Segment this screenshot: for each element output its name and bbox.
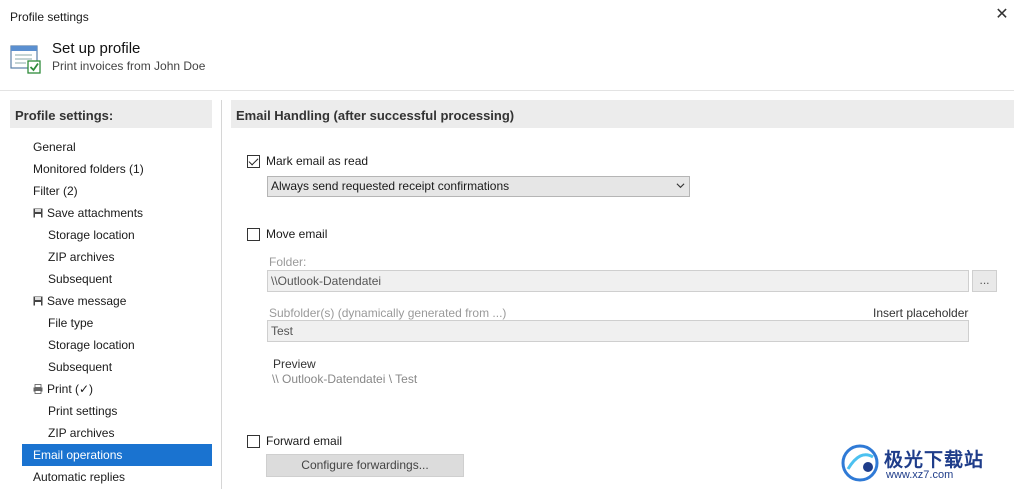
page-subtitle: Print invoices from John Doe [52,59,206,73]
receipt-confirmation-select[interactable]: Always send requested receipt confirmati… [267,176,690,197]
sidebar-item-label: Automatic replies [33,470,126,484]
mark-read-label: Mark email as read [266,154,369,168]
sidebar-item-label: ZIP archives [48,250,115,264]
title-bar: Profile settings ✕ [0,0,1014,32]
sidebar-item-storage-location[interactable]: Storage location [22,334,212,356]
insert-placeholder-link[interactable]: Insert placeholder [873,306,968,320]
preview-label: Preview [273,357,316,371]
watermark-url: www.xz7.com [886,469,954,481]
sidebar-item-monitored-folders-1[interactable]: Monitored folders (1) [22,158,212,180]
sidebar-item-email-operations[interactable]: Email operations [22,444,212,466]
settings-sidebar: Profile settings: General Monitored folde… [10,100,222,489]
page-title: Set up profile [52,40,141,57]
sidebar-item-zip-archives[interactable]: ZIP archives [22,422,212,444]
sidebar-item-zip-archives[interactable]: ZIP archives [22,246,212,268]
sidebar-item-print-settings[interactable]: Print settings [22,400,212,422]
sidebar-item-label: Email operations [33,448,123,462]
email-handling-panel: Email Handling (after successful process… [231,100,1014,489]
sidebar-item-label: Subsequent [48,272,113,286]
move-email-checkbox[interactable] [247,227,260,241]
profile-header: Set up profile Print invoices from John … [0,32,1014,84]
subfolder-label: Subfolder(s) (dynamically generated from… [269,306,507,320]
printer-icon [33,384,43,394]
sidebar-item-filter-2[interactable]: Filter (2) [22,180,212,202]
section-heading: Email Handling (after successful process… [231,100,1014,128]
mark-read-checkbox[interactable] [247,154,260,168]
floppy-icon [33,296,43,306]
forward-email-label: Forward email [266,434,343,448]
sidebar-item-label: Save attachments [47,206,144,220]
sidebar-item-label: General [33,140,76,154]
sidebar-item-automatic-replies[interactable]: Automatic replies [22,466,212,488]
sidebar-item-label: File type [48,316,94,330]
watermark-text: 极光下载站 [884,450,985,471]
subfolder-field[interactable]: Test [267,320,969,342]
configure-forwardings-button[interactable]: Configure forwardings... [266,454,464,477]
sidebar-item-label: Save message [47,294,127,308]
sidebar-item-subsequent[interactable]: Subsequent [22,356,212,378]
preview-path: \\ Outlook-Datendatei \ Test [272,372,418,386]
sidebar-item-label: Filter (2) [33,184,78,198]
sidebar-item-label: Monitored folders (1) [33,162,144,176]
move-email-option[interactable]: Move email [247,226,327,242]
sidebar-heading: Profile settings: [10,100,212,128]
sidebar-item-label: Storage location [48,228,135,242]
close-icon[interactable]: ✕ [992,5,1012,25]
sidebar-item-save-attachments[interactable]: Save attachments [22,202,212,224]
sidebar-item-storage-location[interactable]: Storage location [22,224,212,246]
forward-email-option[interactable]: Forward email [247,433,342,449]
sidebar-item-subsequent[interactable]: Subsequent [22,268,212,290]
receipt-select-value: Always send requested receipt confirmati… [271,179,510,193]
floppy-icon [33,208,43,218]
sidebar-item-label: ZIP archives [48,426,115,440]
folder-field[interactable]: \\Outlook-Datendatei [267,270,969,292]
sidebar-item-print[interactable]: Print (✓) [22,378,212,400]
sidebar-item-label: Print settings [48,404,118,418]
watermark-logo-icon [841,444,879,482]
header-divider [0,90,1014,91]
sidebar-item-label: Print (✓) [47,382,94,396]
profile-settings-icon [10,45,41,74]
forward-email-checkbox[interactable] [247,434,260,448]
sidebar-item-save-message[interactable]: Save message [22,290,212,312]
chevron-down-icon [676,183,685,189]
watermark: 极光下载站 www.xz7.com [840,443,1000,483]
window-title: Profile settings [10,10,89,24]
sidebar-item-file-type[interactable]: File type [22,312,212,334]
folder-label: Folder: [269,255,307,269]
sidebar-item-general[interactable]: General [22,136,212,158]
sidebar-item-label: Storage location [48,338,135,352]
sidebar-item-label: Subsequent [48,360,113,374]
move-email-label: Move email [266,227,328,241]
browse-folder-button[interactable]: ... [972,270,997,292]
mark-read-option[interactable]: Mark email as read [247,153,368,169]
